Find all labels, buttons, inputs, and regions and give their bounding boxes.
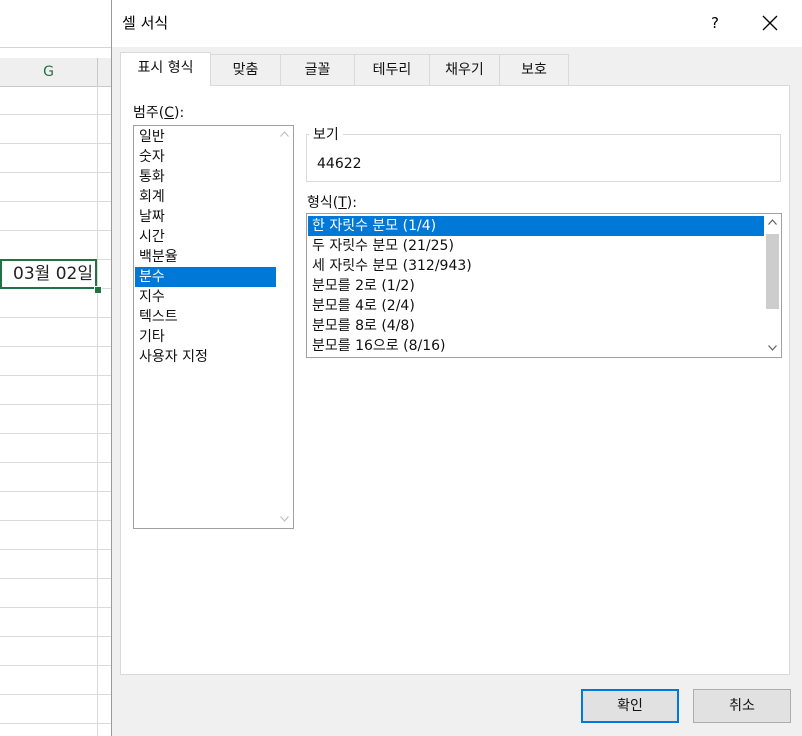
category-label: 범주(C):: [133, 102, 184, 122]
tab-number[interactable]: 표시 형식: [120, 52, 211, 86]
format-cells-dialog: 셀 서식 ? 표시 형식 맞춤 글꼴 테두리 채우기 보호 범주(C): 일반 …: [111, 0, 802, 736]
type-item-quarters[interactable]: 분모를 4로 (2/4): [308, 296, 764, 316]
spreadsheet-background: G 03월 02일: [0, 0, 112, 736]
dialog-title: 셀 서식: [122, 14, 169, 32]
category-item-time[interactable]: 시간: [135, 227, 276, 247]
row-gridline: [0, 230, 112, 231]
type-label-suffix: ):: [346, 195, 357, 211]
tab-font[interactable]: 글꼴: [280, 54, 355, 85]
column-header-row: G: [0, 58, 112, 87]
row-gridline: [0, 636, 112, 637]
row-gridline: [0, 694, 112, 695]
category-item-custom[interactable]: 사용자 지정: [135, 347, 276, 367]
row-gridline: [0, 723, 112, 724]
number-tab-panel: 범주(C): 일반 숫자 통화 회계 날짜 시간 백분율 분수 지수 텍스트 기…: [120, 85, 790, 675]
column-header-g[interactable]: G: [0, 58, 98, 86]
ok-button[interactable]: 확인: [581, 689, 679, 723]
category-item-text[interactable]: 텍스트: [135, 307, 276, 327]
category-item-special[interactable]: 기타: [135, 327, 276, 347]
row-gridline: [0, 143, 112, 144]
column-gridline: [97, 86, 98, 736]
type-scrollbar[interactable]: [764, 214, 781, 357]
type-scroll-down[interactable]: [764, 340, 781, 357]
chevron-down-icon: [280, 516, 289, 522]
type-item-sixteenths[interactable]: 분모를 16으로 (8/16): [308, 336, 764, 356]
category-item-accounting[interactable]: 회계: [135, 187, 276, 207]
type-label: 형식(T):: [307, 192, 357, 212]
row-gridline: [0, 114, 112, 115]
sample-groupbox: [306, 134, 781, 182]
category-scroll-up[interactable]: [276, 126, 293, 143]
row-gridline: [0, 201, 112, 202]
category-scroll-down[interactable]: [276, 511, 293, 528]
active-cell[interactable]: 03월 02일: [0, 259, 97, 289]
category-item-fraction[interactable]: 분수: [135, 267, 276, 287]
type-item-three-digits[interactable]: 세 자릿수 분모 (312/943): [308, 256, 764, 276]
category-item-date[interactable]: 날짜: [135, 207, 276, 227]
category-item-scientific[interactable]: 지수: [135, 287, 276, 307]
category-scrollbar[interactable]: [276, 126, 293, 528]
row-gridline: [0, 375, 112, 376]
type-item-halves[interactable]: 분모를 2로 (1/2): [308, 276, 764, 296]
chevron-down-icon: [768, 345, 777, 351]
row-gridline: [0, 549, 112, 550]
category-label-suffix: ):: [174, 105, 185, 121]
dialog-titlebar[interactable]: 셀 서식 ?: [112, 0, 802, 47]
row-gridline: [0, 520, 112, 521]
sample-value: 44622: [317, 156, 362, 172]
category-item-general[interactable]: 일반: [135, 127, 276, 147]
close-icon: [762, 15, 778, 31]
row-gridline: [0, 607, 112, 608]
tab-protection[interactable]: 보호: [499, 54, 569, 85]
chevron-up-icon: [768, 219, 777, 225]
chevron-up-icon: [280, 131, 289, 137]
type-label-accel: T: [338, 195, 347, 211]
category-item-number[interactable]: 숫자: [135, 147, 276, 167]
row-gridline: [0, 491, 112, 492]
row-gridline: [0, 346, 112, 347]
category-item-currency[interactable]: 통화: [135, 167, 276, 187]
type-item-one-digit[interactable]: 한 자릿수 분모 (1/4): [308, 216, 764, 236]
fill-handle[interactable]: [94, 286, 102, 294]
type-scroll-thumb[interactable]: [766, 234, 779, 309]
row-gridline: [0, 578, 112, 579]
formula-bar[interactable]: [0, 0, 112, 48]
type-listbox[interactable]: 한 자릿수 분모 (1/4) 두 자릿수 분모 (21/25) 세 자릿수 분모…: [306, 213, 782, 358]
row-gridline: [0, 433, 112, 434]
type-item-two-digits[interactable]: 두 자릿수 분모 (21/25): [308, 236, 764, 256]
cancel-button[interactable]: 취소: [693, 689, 791, 723]
category-listbox[interactable]: 일반 숫자 통화 회계 날짜 시간 백분율 분수 지수 텍스트 기타 사용자 지…: [133, 125, 294, 529]
category-label-accel: C: [164, 105, 175, 121]
type-item-eighths[interactable]: 분모를 8로 (4/8): [308, 316, 764, 336]
category-label-text: 범주(: [133, 105, 165, 121]
row-gridline: [0, 665, 112, 666]
close-button[interactable]: [752, 8, 788, 38]
row-gridline: [0, 317, 112, 318]
type-label-text: 형식(: [307, 195, 339, 211]
type-scroll-up[interactable]: [764, 214, 781, 231]
sample-title: 보기: [309, 124, 343, 144]
category-item-percentage[interactable]: 백분율: [135, 247, 276, 267]
help-button[interactable]: ?: [700, 10, 730, 36]
category-items: 일반 숫자 통화 회계 날짜 시간 백분율 분수 지수 텍스트 기타 사용자 지…: [135, 127, 276, 367]
type-items: 한 자릿수 분모 (1/4) 두 자릿수 분모 (21/25) 세 자릿수 분모…: [308, 216, 764, 356]
row-gridline: [0, 404, 112, 405]
row-gridline: [0, 462, 112, 463]
tab-fill[interactable]: 채우기: [429, 54, 500, 85]
tab-border[interactable]: 테두리: [354, 54, 430, 85]
row-gridline: [0, 172, 112, 173]
tab-alignment[interactable]: 맞춤: [210, 54, 281, 85]
